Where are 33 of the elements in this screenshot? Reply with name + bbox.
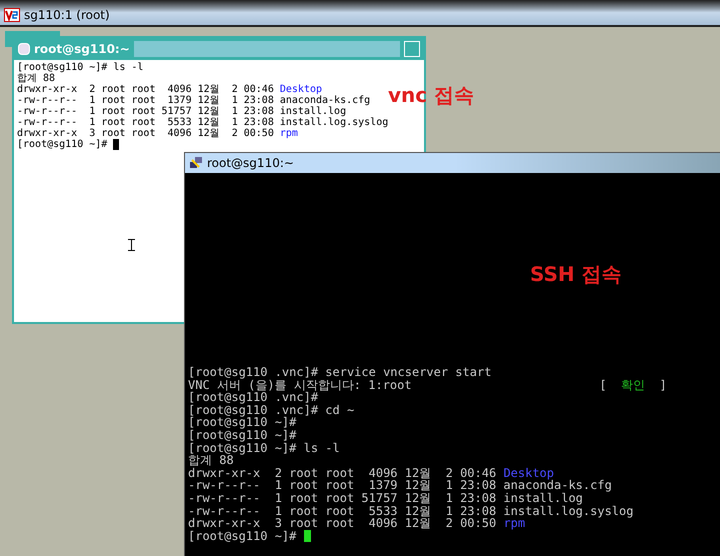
terminal-line: [root@sg110 ~]# ls -l: [188, 442, 340, 454]
terminal-line: -rw-r--r-- 1 root root 5533 12월 1 23:08 install.log.syslog: [17, 117, 388, 128]
terminal-line: 합계 88: [188, 454, 234, 467]
terminal-line: drwxr-xr-x 2 root root 4096 12월 2 00:46 Desktop: [188, 466, 554, 480]
app-icon: [4, 8, 20, 22]
terminal-line: -rw-r--r-- 1 root root 1379 12월 1 23:08 anaconda-ks.cfg: [188, 479, 612, 492]
terminal-line: -rw-r--r-- 1 root root 51757 12월 1 23:08 install.log: [188, 492, 583, 505]
text-cursor-icon: [128, 239, 135, 251]
annotation: SSH 접속: [530, 261, 622, 288]
terminal-cursor: [113, 139, 120, 150]
terminal-line: [root@sg110 ~]#: [188, 416, 296, 429]
terminal-line: [root@sg110 .vnc]# service vncserver start: [188, 366, 492, 379]
window-title: sg110:1 (root): [24, 6, 110, 24]
terminal-cursor: [304, 530, 311, 542]
terminal-line: VNC 서버 (을)를 시작합니다: 1:root [ 확인 ]: [188, 378, 667, 392]
terminal-line: [root@sg110 ~]#: [188, 428, 296, 442]
terminal-line: -rw-r--r-- 1 root root 1379 12월 1 23:08 anaconda-ks.cfg: [17, 95, 370, 106]
terminal-line: [root@sg110 .vnc]# cd ~: [188, 404, 354, 416]
terminal-line: -rw-r--r-- 1 root root 51757 12월 1 23:08 install.log: [17, 106, 346, 117]
window-title: root@sg110:~: [34, 41, 130, 58]
window-title: root@sg110:~: [207, 155, 294, 172]
terminal-line: drwxr-xr-x 3 root root 4096 12월 2 00:50 rpm: [188, 517, 526, 530]
terminal-line: [root@sg110 .vnc]#: [188, 391, 318, 404]
terminal-line: -rw-r--r-- 1 root root 5533 12월 1 23:08 install.log.syslog: [188, 504, 634, 518]
terminal-line: [root@sg110 ~]# ls -l: [17, 62, 144, 73]
terminal-line: [root@sg110 ~]#: [17, 139, 120, 150]
maximize-icon[interactable]: [404, 41, 420, 57]
terminal-line: [root@sg110 ~]#: [188, 530, 311, 542]
window-menu-icon[interactable]: [18, 43, 30, 55]
terminal-line: 합계 88: [17, 73, 56, 84]
terminal-line: drwxr-xr-x 3 root root 4096 12월 2 00:50 rpm: [17, 128, 298, 139]
computers-icon: [189, 156, 203, 170]
terminal-line: drwxr-xr-x 2 root root 4096 12월 2 00:46 Desktop: [17, 84, 322, 95]
